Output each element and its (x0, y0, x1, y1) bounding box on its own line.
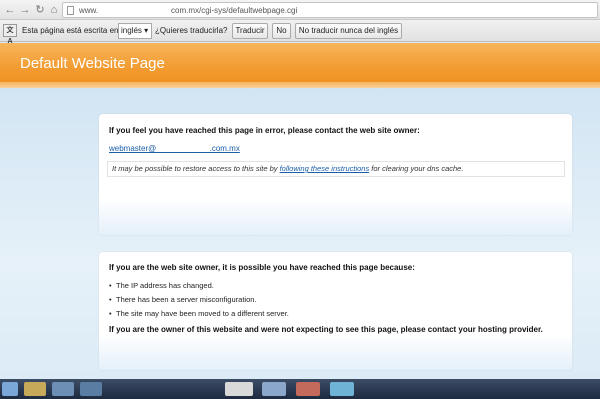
instructions-link[interactable]: following these instructions (280, 164, 370, 173)
dns-note-after: for clearing your dns cache. (369, 164, 464, 173)
translate-prompt: Esta página está escrita en (22, 26, 119, 35)
back-arrow-icon[interactable]: ← (3, 3, 17, 17)
owner-footer: If you are the owner of this website and… (109, 325, 543, 334)
taskbar-app-icon[interactable] (262, 382, 286, 396)
error-info-box: If you feel you have reached this page i… (99, 114, 572, 235)
never-translate-button[interactable]: No traducir nunca del inglés (295, 23, 402, 39)
taskbar (0, 379, 600, 399)
taskbar-app-icon[interactable] (52, 382, 74, 396)
taskbar-app-icon[interactable] (80, 382, 102, 396)
url-prefix: www. (79, 6, 99, 15)
dns-cache-note: It may be possible to restore access to … (107, 161, 565, 177)
owner-info-box: If you are the web site owner, it is pos… (99, 252, 572, 370)
owner-heading: If you are the web site owner, it is pos… (109, 263, 415, 272)
taskbar-app-icon[interactable] (330, 382, 354, 396)
reload-icon[interactable]: ↻ (33, 3, 47, 17)
no-button[interactable]: No (272, 23, 291, 39)
list-item: The IP address has changed. (109, 279, 289, 293)
language-select[interactable]: inglés ▾ (118, 23, 152, 39)
start-icon[interactable] (2, 382, 18, 396)
address-bar-row: ← → ↻ ⌂ www. com.mx/cgi-sys/defaultwebpa… (0, 0, 600, 20)
url-path: com.mx/cgi-sys/defaultwebpage.cgi (171, 6, 298, 15)
list-item: The site may have been moved to a differ… (109, 307, 289, 321)
page-title: Default Website Page (20, 55, 165, 72)
chrome-icon[interactable] (225, 382, 253, 396)
page-icon (67, 6, 74, 15)
translate-question: ¿Quieres traducirla? (155, 26, 228, 35)
dns-note-before: It may be possible to restore access to … (112, 164, 280, 173)
forward-arrow-icon[interactable]: → (18, 3, 32, 17)
translate-icon: 文A (3, 24, 17, 45)
explorer-icon[interactable] (24, 382, 46, 396)
url-field[interactable]: www. com.mx/cgi-sys/defaultwebpage.cgi (62, 2, 598, 18)
translate-button[interactable]: Traducir (232, 23, 268, 39)
error-heading: If you feel you have reached this page i… (109, 126, 420, 135)
taskbar-app-icon[interactable] (296, 382, 320, 396)
webmaster-email-link[interactable]: webmaster@ _ .com.mx (109, 144, 240, 153)
reasons-list: The IP address has changed. There has be… (109, 279, 289, 321)
list-item: There has been a server misconfiguration… (109, 293, 289, 307)
translate-bar: 文A Esta página está escrita en inglés ▾ … (0, 20, 600, 45)
home-icon[interactable]: ⌂ (47, 3, 61, 17)
language-value: inglés (121, 26, 142, 35)
page-header: Default Website Page (0, 43, 600, 88)
